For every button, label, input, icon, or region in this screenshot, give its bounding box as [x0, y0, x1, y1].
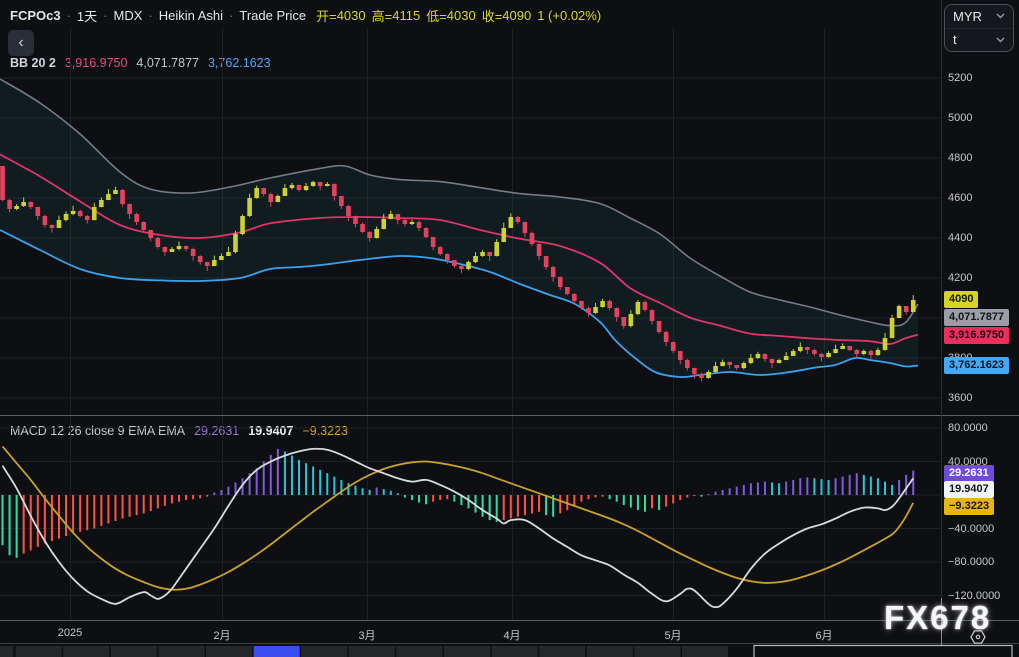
bb-basis-badge: 3,916.9750	[944, 327, 1009, 344]
chart-canvas[interactable]	[0, 0, 1019, 657]
pane-divider[interactable]	[0, 410, 1019, 421]
last-price-badge: 4090	[944, 291, 978, 308]
bottom-scrollbar	[0, 646, 1012, 657]
macd-line-badge: 19.9407	[944, 481, 994, 498]
chart-window: FCPOc3 · 1天 · MDX · Heikin Ashi · Trade …	[0, 0, 1019, 657]
gear-icon[interactable]	[969, 628, 987, 646]
bb-upper-badge: 4,071.7877	[944, 309, 1009, 326]
bb-lower-badge: 3,762.1623	[944, 357, 1009, 374]
macd-signal-badge: −9.3223	[944, 498, 994, 515]
macd-hist-badge: 29.2631	[944, 465, 994, 482]
